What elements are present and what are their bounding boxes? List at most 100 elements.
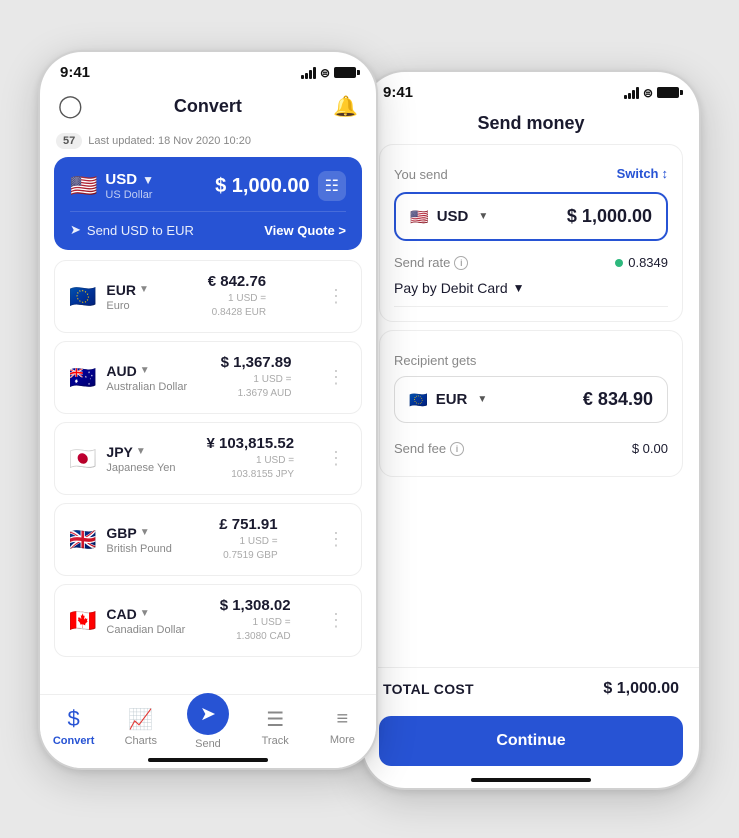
status-icons-left: ⊜ bbox=[301, 66, 356, 80]
recipient-currency-box[interactable]: 🇪🇺 EUR ▼ € 834.90 bbox=[394, 376, 668, 423]
eur-flag-right: 🇪🇺 bbox=[409, 391, 428, 409]
usd-flag: 🇺🇸 bbox=[70, 175, 97, 197]
battery-icon-right bbox=[657, 87, 679, 98]
nav-item-charts[interactable]: 📈 Charts bbox=[113, 707, 168, 747]
main-currency-card: 🇺🇸 USD ▼ US Dollar $ 1,000.00 ☷ bbox=[54, 157, 362, 250]
bell-icon[interactable]: 🔔 bbox=[333, 94, 358, 119]
switch-button[interactable]: Switch ↕ bbox=[617, 166, 668, 181]
right-phone: 9:41 ⊜ Send money You bbox=[361, 70, 701, 790]
gbp-flag: 🇬🇧 bbox=[69, 529, 96, 551]
you-send-currency-box[interactable]: 🇺🇸 USD ▼ $ 1,000.00 bbox=[394, 192, 668, 241]
nav-label-charts: Charts bbox=[125, 735, 157, 747]
you-send-label: You send bbox=[394, 167, 448, 182]
signal-icon-right bbox=[624, 87, 639, 99]
continue-button[interactable]: Continue bbox=[379, 716, 683, 766]
send-bar: ➤ Send USD to EUR View Quote > bbox=[70, 211, 346, 250]
right-header: Send money bbox=[363, 107, 699, 144]
wifi-icon-right: ⊜ bbox=[643, 86, 653, 100]
jpy-flag: 🇯🇵 bbox=[69, 448, 96, 470]
status-bar-left: 9:41 ⊜ bbox=[40, 52, 376, 87]
last-updated-bar: 57 Last updated: 18 Nov 2020 10:20 bbox=[40, 129, 376, 157]
pay-dropdown-icon: ▼ bbox=[513, 281, 525, 295]
right-header-title: Send money bbox=[477, 113, 584, 134]
send-plane-icon: ➤ bbox=[70, 222, 81, 238]
list-item[interactable]: 🇪🇺 EUR ▼ Euro € 842.76 1 USD =0.8428 EUR… bbox=[54, 260, 362, 333]
update-badge: 57 bbox=[56, 133, 82, 149]
list-item[interactable]: 🇦🇺 AUD ▼ Australian Dollar $ 1,367.89 1 … bbox=[54, 341, 362, 414]
convert-icon: $ bbox=[67, 706, 79, 732]
calculator-icon[interactable]: ☷ bbox=[318, 171, 346, 201]
fee-info-icon[interactable]: i bbox=[450, 442, 464, 456]
nav-item-more[interactable]: ≡ More bbox=[315, 708, 370, 746]
main-currency-code: USD bbox=[105, 171, 137, 188]
time-left: 9:41 bbox=[60, 64, 90, 81]
nav-label-track: Track bbox=[262, 735, 289, 747]
charts-icon: 📈 bbox=[128, 707, 153, 732]
aud-flag: 🇦🇺 bbox=[69, 367, 96, 389]
more-options-icon[interactable]: ⋮ bbox=[325, 367, 347, 388]
total-cost-bar: TOTAL COST $ 1,000.00 bbox=[363, 667, 699, 710]
bottom-nav: $ Convert 📈 Charts ➤ Send ☰ Track ≡ More bbox=[40, 694, 376, 768]
track-icon: ☰ bbox=[266, 707, 284, 732]
main-currency-selector[interactable]: 🇺🇸 USD ▼ US Dollar bbox=[70, 171, 154, 201]
left-phone: 9:41 ⊜ ◯ Convert 🔔 57 Last updated: 18 N… bbox=[38, 50, 378, 770]
switch-arrows-icon: ↕ bbox=[662, 166, 669, 181]
nav-label-convert: Convert bbox=[53, 735, 95, 747]
send-fee-row: Send fee i $ 0.00 bbox=[394, 433, 668, 462]
nav-label-more: More bbox=[330, 734, 355, 746]
send-currency-code: USD bbox=[437, 208, 469, 225]
main-card-top: 🇺🇸 USD ▼ US Dollar $ 1,000.00 ☷ bbox=[70, 171, 346, 201]
wifi-icon: ⊜ bbox=[320, 66, 330, 80]
battery-icon bbox=[334, 67, 356, 78]
usd-flag-right: 🇺🇸 bbox=[410, 208, 429, 226]
recipient-currency-dropdown: ▼ bbox=[477, 394, 487, 405]
currency-list: 🇪🇺 EUR ▼ Euro € 842.76 1 USD =0.8428 EUR… bbox=[40, 260, 376, 665]
recipient-gets-card: Recipient gets 🇪🇺 EUR ▼ € 834.90 Send fe… bbox=[379, 330, 683, 477]
time-right: 9:41 bbox=[383, 84, 413, 101]
rate-info-icon[interactable]: i bbox=[454, 256, 468, 270]
nav-label-send: Send bbox=[195, 738, 221, 750]
view-quote-button[interactable]: View Quote > bbox=[264, 223, 346, 238]
more-options-icon[interactable]: ⋮ bbox=[325, 448, 347, 469]
left-header: ◯ Convert 🔔 bbox=[40, 87, 376, 129]
pay-by-debit-label: Pay by Debit Card ▼ bbox=[394, 280, 525, 296]
send-usd-label[interactable]: ➤ Send USD to EUR bbox=[70, 222, 194, 238]
main-amount: $ 1,000.00 bbox=[215, 175, 310, 198]
total-cost-label: TOTAL COST bbox=[383, 681, 474, 697]
main-currency-name: US Dollar bbox=[105, 189, 154, 201]
recipient-gets-label: Recipient gets bbox=[394, 353, 668, 368]
send-rate-row: Send rate i 0.8349 bbox=[394, 251, 668, 272]
send-rate-label: Send rate i bbox=[394, 255, 468, 270]
profile-icon[interactable]: ◯ bbox=[58, 93, 83, 119]
list-item[interactable]: 🇯🇵 JPY ▼ Japanese Yen ¥ 103,815.52 1 USD… bbox=[54, 422, 362, 495]
send-money-content: You send Switch ↕ 🇺🇸 USD ▼ $ 1,000.00 bbox=[363, 144, 699, 477]
send-currency-dropdown: ▼ bbox=[478, 211, 488, 222]
nav-item-send[interactable]: ➤ Send bbox=[180, 703, 235, 750]
pay-method-row[interactable]: Pay by Debit Card ▼ bbox=[394, 272, 668, 307]
more-icon: ≡ bbox=[337, 708, 349, 731]
home-indicator-right bbox=[471, 778, 591, 782]
eur-flag: 🇪🇺 bbox=[69, 286, 96, 308]
send-icon: ➤ bbox=[187, 693, 229, 735]
phones-container: 9:41 ⊜ ◯ Convert 🔔 57 Last updated: 18 N… bbox=[20, 20, 719, 818]
home-indicator bbox=[148, 758, 268, 762]
more-options-icon[interactable]: ⋮ bbox=[325, 529, 347, 550]
more-options-icon[interactable]: ⋮ bbox=[325, 286, 347, 307]
status-icons-right: ⊜ bbox=[624, 86, 679, 100]
you-send-header-row: You send Switch ↕ bbox=[394, 159, 668, 188]
recipient-currency-code: EUR bbox=[436, 391, 468, 408]
recipient-amount: € 834.90 bbox=[583, 389, 653, 410]
rate-dot-icon bbox=[615, 259, 623, 267]
you-send-card: You send Switch ↕ 🇺🇸 USD ▼ $ 1,000.00 bbox=[379, 144, 683, 322]
list-item[interactable]: 🇬🇧 GBP ▼ British Pound £ 751.91 1 USD =0… bbox=[54, 503, 362, 576]
currency-dropdown-arrow: ▼ bbox=[142, 173, 154, 187]
send-fee-label: Send fee i bbox=[394, 441, 464, 456]
send-rate-value: 0.8349 bbox=[615, 255, 668, 270]
list-item[interactable]: 🇨🇦 CAD ▼ Canadian Dollar $ 1,308.02 1 US… bbox=[54, 584, 362, 657]
send-amount: $ 1,000.00 bbox=[567, 206, 652, 227]
nav-item-track[interactable]: ☰ Track bbox=[248, 707, 303, 747]
total-cost-value: $ 1,000.00 bbox=[603, 680, 679, 698]
more-options-icon[interactable]: ⋮ bbox=[325, 610, 347, 631]
nav-item-convert[interactable]: $ Convert bbox=[46, 706, 101, 747]
cad-flag: 🇨🇦 bbox=[69, 610, 96, 632]
